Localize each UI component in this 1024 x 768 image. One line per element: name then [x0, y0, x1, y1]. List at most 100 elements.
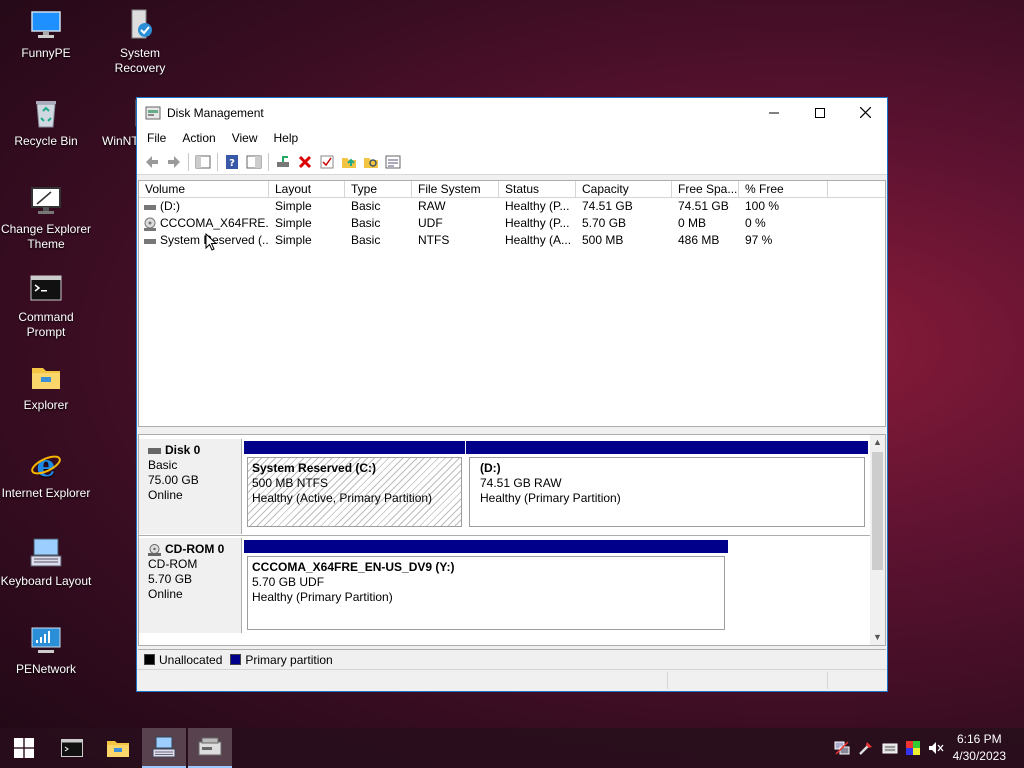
taskbar-disk-management[interactable] [188, 728, 232, 768]
column-header-file-system[interactable]: File System [412, 181, 499, 197]
desktop-icon-label: Explorer [23, 398, 69, 412]
volume-list: Volume Layout Type File System Status Ca… [138, 180, 886, 427]
volume-type: Basic [351, 216, 381, 230]
volume-file-system: RAW [418, 199, 446, 213]
volume-layout: Simple [275, 216, 312, 230]
partition-fs: 74.51 GB RAW [480, 476, 562, 490]
open-folder-button[interactable] [338, 151, 360, 173]
volume-muted-icon[interactable] [928, 740, 944, 756]
display-color-tray-icon[interactable] [905, 740, 921, 756]
graphical-view-scrollbar[interactable]: ▲ ▼ [870, 435, 885, 645]
menu-action[interactable]: Action [174, 131, 223, 145]
disk-management-icon [145, 106, 161, 119]
taskbar-command-prompt[interactable] [50, 728, 94, 768]
status-segment [667, 672, 668, 689]
volume-row[interactable]: CCCOMA_X64FRE... Simple Basic UDF Health… [139, 215, 885, 232]
tools-tray-icon[interactable] [858, 740, 874, 756]
recovery-icon [123, 8, 157, 42]
desktop-icon-system-recovery[interactable]: System Recovery [94, 8, 186, 76]
column-header-layout[interactable]: Layout [269, 181, 345, 197]
show-hide-tree-button[interactable] [192, 151, 214, 173]
menu-bar: File Action View Help [137, 127, 887, 149]
connect-disk-button[interactable] [272, 151, 294, 173]
monitor-icon [29, 184, 63, 218]
column-header-type[interactable]: Type [345, 181, 412, 197]
close-button[interactable] [842, 98, 888, 127]
cd-rom-icon [148, 543, 161, 556]
toolbar: ? [137, 149, 887, 175]
volume-list-header: Volume Layout Type File System Status Ca… [139, 181, 885, 198]
checklist-icon [320, 155, 334, 168]
menu-view[interactable]: View [224, 131, 266, 145]
volume-capacity: 500 MB [582, 233, 624, 247]
partition-status: Healthy (Primary Partition) [480, 491, 621, 505]
maximize-button[interactable] [797, 98, 843, 127]
partition-cd[interactable]: CCCOMA_X64FRE_EN-US_DV9 (Y:) 5.70 GB UDF… [244, 540, 728, 632]
primary-partition-bar [244, 441, 465, 454]
volume-free-space: 74.51 GB [678, 199, 729, 213]
volume-row[interactable]: (D:) Simple Basic RAW Healthy (P... 74.5… [139, 198, 885, 215]
keyboard-tray-icon[interactable] [882, 740, 898, 756]
desktop-icon-change-explorer-theme[interactable]: Change Explorer Theme [0, 184, 92, 252]
partition-body: System Reserved (C:) 500 MB NTFS Healthy… [247, 457, 462, 527]
column-header-percent-free[interactable]: % Free [739, 181, 828, 197]
help-button[interactable]: ? [221, 151, 243, 173]
properties-view-button[interactable] [243, 151, 265, 173]
disk-label[interactable]: CD-ROM 0 CD-ROM 5.70 GB Online [139, 538, 242, 633]
taskbar-clock[interactable]: 6:16 PM 4/30/2023 [953, 731, 1006, 765]
settings-list-button[interactable] [382, 151, 404, 173]
cd-drive-icon [144, 217, 156, 231]
toolbar-separator [268, 152, 269, 171]
volume-row[interactable]: System Reserved (... Simple Basic NTFS H… [139, 232, 885, 249]
desktop-icon-internet-explorer[interactable]: e Internet Explorer [0, 448, 92, 501]
taskbar-keyboard-layout[interactable] [142, 728, 186, 768]
disk-name: Disk 0 [165, 443, 201, 457]
disk-state: Online [148, 587, 183, 601]
forward-button[interactable] [163, 151, 185, 173]
desktop-icon-command-prompt[interactable]: Command Prompt [0, 272, 92, 340]
folder-icon [29, 360, 63, 394]
volume-free-space: 0 MB [678, 216, 707, 230]
network-tray-icon[interactable] [834, 740, 850, 756]
title-bar[interactable]: Disk Management [137, 98, 887, 127]
terminal-icon [61, 739, 83, 757]
desktop-icon-recycle-bin[interactable]: Recycle Bin [0, 96, 92, 149]
legend-unallocated: Unallocated [159, 652, 223, 667]
delete-button[interactable] [294, 151, 316, 173]
desktop-icon-keyboard-layout[interactable]: Keyboard Layout [0, 536, 92, 589]
column-header-capacity[interactable]: Capacity [576, 181, 672, 197]
help-icon: ? [226, 154, 238, 169]
desktop-icon-label: Command Prompt [18, 310, 74, 339]
drive-icon [144, 238, 156, 244]
minimize-button[interactable] [751, 98, 797, 127]
desktop-icon-explorer[interactable]: Explorer [0, 360, 92, 413]
scrollbar-thumb[interactable] [872, 452, 883, 570]
start-button[interactable] [2, 728, 46, 768]
column-header-status[interactable]: Status [499, 181, 576, 197]
partition-status: Healthy (Active, Primary Partition) [252, 491, 433, 505]
desktop-icon-label: Recycle Bin [14, 134, 78, 148]
menu-file[interactable]: File [139, 131, 174, 145]
column-header-free-space[interactable]: Free Spa... [672, 181, 739, 197]
disk-label[interactable]: Disk 0 Basic 75.00 GB Online [139, 439, 242, 534]
explore-button[interactable] [360, 151, 382, 173]
keyboard-icon [29, 536, 63, 570]
list-settings-icon [385, 155, 401, 168]
partition-d[interactable]: (D:) 74.51 GB RAW Healthy (Primary Parti… [466, 441, 868, 529]
scroll-down-arrow-icon[interactable]: ▼ [870, 630, 885, 645]
back-button[interactable] [141, 151, 163, 173]
folder-icon [107, 741, 129, 757]
desktop-icon-funnype[interactable]: FunnyPE [0, 8, 92, 61]
disk-graphical-view: Disk 0 Basic 75.00 GB Online System Rese… [138, 434, 886, 646]
taskbar-file-explorer[interactable] [96, 728, 140, 768]
desktop-icon-penetwork[interactable]: PENetwork [0, 624, 92, 677]
column-header-volume[interactable]: Volume [139, 181, 269, 197]
menu-help[interactable]: Help [266, 131, 307, 145]
volume-status: Healthy (A... [505, 233, 572, 247]
desktop-icon-label: Internet Explorer [1, 486, 91, 500]
check-button[interactable] [316, 151, 338, 173]
partition-fs: 500 MB NTFS [252, 476, 329, 490]
partition-system-reserved[interactable]: System Reserved (C:) 500 MB NTFS Healthy… [244, 441, 465, 529]
scroll-up-arrow-icon[interactable]: ▲ [870, 435, 885, 450]
desktop-icon-label: Change Explorer Theme [0, 222, 92, 251]
